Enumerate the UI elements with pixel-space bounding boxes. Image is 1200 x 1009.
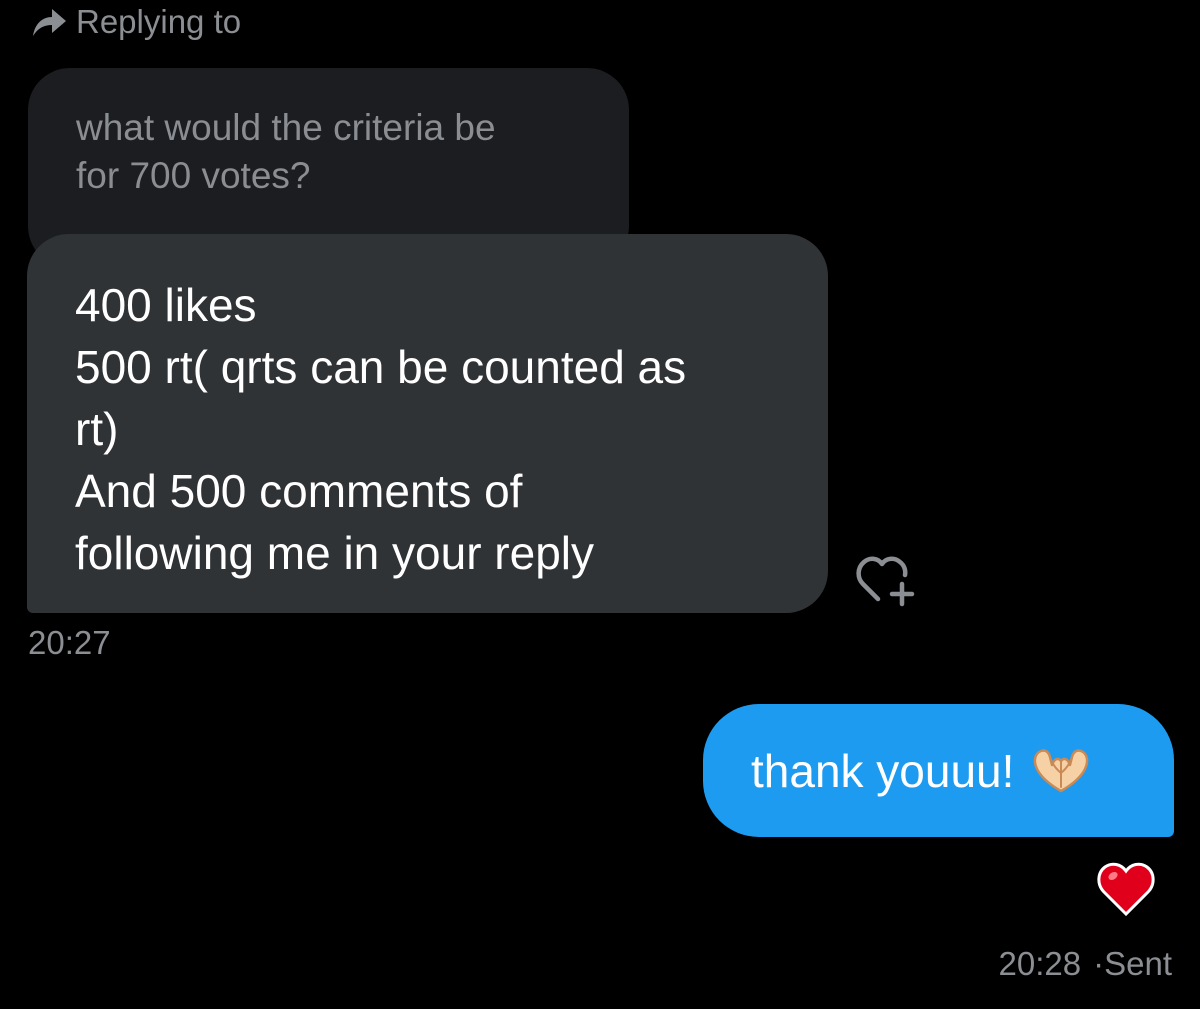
heart-hands-emoji-icon <box>1032 747 1090 795</box>
received-message-bubble[interactable]: 400 likes 500 rt( qrts can be counted as… <box>27 234 828 613</box>
sent-status: ·Sent <box>1093 945 1172 982</box>
sent-timestamp: 20:28 <box>998 945 1082 982</box>
red-heart-reaction-icon[interactable] <box>1097 860 1155 918</box>
replying-to-label: Replying to <box>76 3 242 40</box>
received-timestamp: 20:27 <box>28 624 111 661</box>
sent-meta: 20:28 ·Sent <box>999 945 1172 983</box>
sent-message-bubble[interactable]: thank youuu! <box>703 704 1174 837</box>
received-message-text: 400 likes 500 rt( qrts can be counted as… <box>75 279 687 579</box>
heart-plus-icon <box>856 556 920 611</box>
replying-to-header[interactable]: Replying to <box>30 0 241 44</box>
reply-arrow-icon <box>30 6 68 38</box>
sent-message-text: thank youuu! <box>751 744 1015 797</box>
quoted-message-text: what would the criteria be for 700 votes… <box>76 107 496 196</box>
add-reaction-button[interactable] <box>856 551 920 607</box>
